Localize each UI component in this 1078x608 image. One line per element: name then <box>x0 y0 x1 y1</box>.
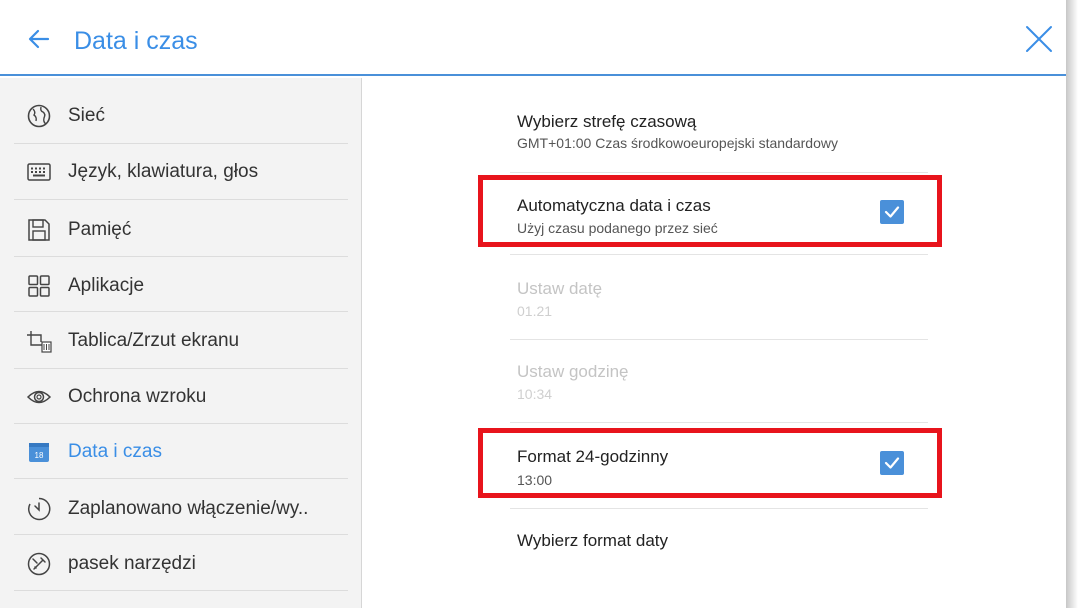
setting-title: Ustaw godzinę <box>517 362 629 381</box>
arrow-left-icon[interactable] <box>26 26 52 52</box>
setting-set-date: Ustaw datę 01.21 <box>497 262 929 332</box>
setting-title: Wybierz strefę czasową <box>517 112 697 131</box>
sidebar: Sieć Język, klawiatura, głos Pamięć Apli… <box>0 78 362 608</box>
setting-subtitle: 13:00 <box>517 472 553 488</box>
sidebar-item-label: pasek narzędzi <box>68 553 196 574</box>
svg-text:18: 18 <box>35 451 44 460</box>
checkmark-icon <box>884 457 900 469</box>
storage-icon <box>28 219 50 241</box>
24-hour-format-checkbox[interactable] <box>880 451 904 475</box>
screenshot-icon <box>27 331 52 353</box>
sidebar-item-eye-protection[interactable]: Ochrona wzroku <box>0 369 362 425</box>
timer-icon <box>27 497 51 521</box>
setting-subtitle: 01.21 <box>517 303 553 319</box>
sidebar-item-label: Tablica/Zrzut ekranu <box>68 330 240 351</box>
setting-set-time: Ustaw godzinę 10:34 <box>497 345 929 415</box>
setting-title: Automatyczna data i czas <box>517 196 711 215</box>
sidebar-item-label: Ochrona wzroku <box>68 386 207 407</box>
sidebar-item-toolbar[interactable]: pasek narzędzi <box>0 536 362 592</box>
eye-icon <box>26 390 52 404</box>
setting-subtitle: Użyj czasu podanego przez sieć <box>517 220 718 236</box>
sidebar-item-label: Język, klawiatura, głos <box>68 161 259 182</box>
divider <box>14 311 348 312</box>
sidebar-item-storage[interactable]: Pamięć <box>0 202 362 258</box>
apps-grid-icon <box>28 275 50 297</box>
settings-window: Data i czas Sieć Język, klawiatura, głos… <box>0 0 1066 608</box>
sidebar-item-label: Pamięć <box>68 219 132 240</box>
divider <box>510 172 928 173</box>
sidebar-item-label: Sieć <box>68 105 105 126</box>
divider <box>510 339 928 340</box>
close-icon[interactable] <box>1024 24 1054 54</box>
divider <box>510 254 928 255</box>
page-title: Data i czas <box>74 27 198 55</box>
auto-date-time-checkbox[interactable] <box>880 200 904 224</box>
calendar-icon: 18 <box>29 443 49 462</box>
sidebar-item-language[interactable]: Język, klawiatura, głos <box>0 144 362 200</box>
sidebar-item-label: Data i czas <box>68 441 162 462</box>
divider <box>510 422 928 423</box>
setting-subtitle: 10:34 <box>517 386 553 402</box>
keyboard-icon <box>27 163 51 181</box>
setting-title: Ustaw datę <box>517 279 603 298</box>
sidebar-item-label: Aplikacje <box>68 275 145 296</box>
setting-date-format[interactable]: Wybierz format daty <box>497 514 929 570</box>
window-shadow <box>1066 0 1078 608</box>
toolbar-icon <box>27 552 51 576</box>
setting-auto-date-time[interactable]: Automatyczna data i czas Użyj czasu poda… <box>497 180 929 246</box>
header-bar: Data i czas <box>0 0 1066 76</box>
setting-subtitle: GMT+01:00 Czas środkowoeuropejski standa… <box>517 135 838 151</box>
divider <box>14 256 348 257</box>
divider <box>14 590 348 591</box>
setting-title: Wybierz format daty <box>517 531 668 550</box>
divider <box>14 478 348 479</box>
sidebar-item-network[interactable]: Sieć <box>0 88 362 144</box>
globe-icon <box>27 104 51 128</box>
divider <box>14 534 348 535</box>
checkmark-icon <box>884 206 900 218</box>
setting-title: Format 24-godzinny <box>517 447 669 466</box>
setting-time-zone[interactable]: Wybierz strefę czasową GMT+01:00 Czas śr… <box>497 98 929 158</box>
sidebar-item-date-time[interactable]: 18 Data i czas <box>0 424 362 480</box>
sidebar-item-apps[interactable]: Aplikacje <box>0 258 362 314</box>
divider <box>14 199 348 200</box>
sidebar-item-schedule[interactable]: Zaplanowano włączenie/wy.. <box>0 481 362 537</box>
divider <box>510 508 928 509</box>
sidebar-item-label: Zaplanowano włączenie/wy.. <box>68 498 309 519</box>
setting-24-hour-format[interactable]: Format 24-godzinny 13:00 <box>497 430 929 496</box>
sidebar-item-screenshot[interactable]: Tablica/Zrzut ekranu <box>0 313 362 369</box>
